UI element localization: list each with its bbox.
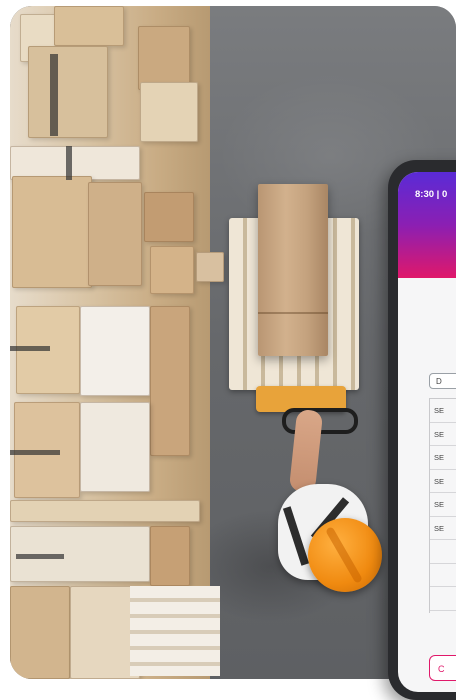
packing-tape (10, 346, 50, 351)
cardboard-box (54, 6, 124, 46)
cardboard-box (138, 26, 190, 90)
table-row[interactable]: SE (430, 399, 456, 423)
cardboard-box (10, 146, 140, 180)
wooden-plank (10, 500, 200, 522)
table-row[interactable]: SE (430, 517, 456, 540)
cardboard-box (196, 252, 224, 282)
wrapped-package (80, 402, 150, 492)
table-row[interactable]: SE (430, 446, 456, 470)
warehouse-shelf (10, 6, 224, 679)
packing-tape (66, 146, 72, 180)
cardboard-box (12, 176, 92, 288)
cardboard-box (150, 246, 194, 294)
cardboard-box (140, 82, 198, 142)
cardboard-box (88, 182, 142, 286)
filter-button[interactable]: D (429, 373, 456, 389)
status-bar-time: 8:30 | 0 (415, 189, 448, 200)
table-row[interactable]: SE (430, 493, 456, 517)
wrapped-package (80, 306, 150, 396)
table-row[interactable] (430, 564, 456, 587)
hard-hat (308, 518, 382, 592)
packing-tape (50, 54, 58, 136)
phone-screen: 8:30 | 0 D SE SE SE SE SE SE C (398, 172, 456, 692)
cardboard-box (150, 526, 190, 586)
app-header: 8:30 | 0 (398, 172, 456, 278)
plank-stack (130, 586, 220, 676)
cardboard-box (150, 306, 190, 456)
footer-button[interactable]: C (429, 655, 456, 681)
packing-tape (10, 450, 60, 455)
pallet-cargo-box (258, 184, 328, 356)
cardboard-box (28, 46, 108, 138)
table-row[interactable]: SE (430, 423, 456, 446)
data-table: SE SE SE SE SE SE (429, 398, 456, 613)
safety-strap (282, 506, 310, 566)
table-row[interactable] (430, 587, 456, 611)
table-row[interactable]: SE (430, 470, 456, 493)
packing-tape (16, 554, 64, 559)
cardboard-box (144, 192, 194, 242)
cardboard-box (10, 586, 70, 679)
table-row[interactable] (430, 540, 456, 564)
